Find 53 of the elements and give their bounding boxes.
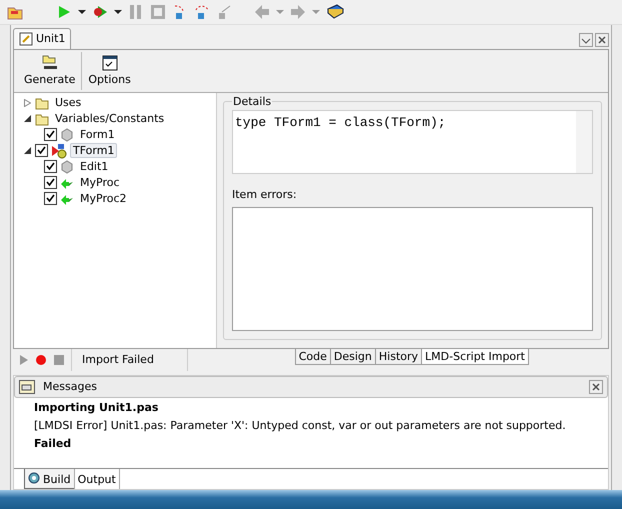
message-line: Failed [34,436,72,450]
folder-icon [35,96,49,110]
options-button[interactable]: Options [82,52,137,90]
document-tab[interactable]: Unit1 [13,28,72,49]
folder-binary-icon [40,55,59,72]
view-tab[interactable]: History [374,348,422,365]
dropdown-icon[interactable] [78,8,86,16]
tree-item[interactable]: Variables/Constants [52,111,168,126]
code-field[interactable]: type TForm1 = class(TForm); [232,110,593,174]
pin-icon[interactable] [579,32,593,47]
window-icon [19,380,35,394]
step-over-icon[interactable] [194,4,210,20]
checkbox[interactable] [44,160,57,174]
view-tab[interactable]: LMD-Script Import [421,348,529,365]
tree-item[interactable]: Form1 [77,127,118,142]
view-tab[interactable]: Design [330,348,376,365]
dropdown-icon[interactable] [114,8,122,16]
expand-icon[interactable] [24,98,30,107]
record-icon[interactable] [35,354,47,366]
generate-button[interactable]: Generate [18,52,82,90]
status-text: Import Failed [71,348,188,371]
messages-title: Messages [43,380,97,394]
checkbox[interactable] [44,192,57,206]
close-icon[interactable] [589,380,603,394]
tree-item[interactable]: MyProc [77,175,122,190]
checkbox[interactable] [35,144,48,158]
details-title: Details [232,94,272,108]
step-out-icon[interactable] [216,4,232,20]
gear-icon [27,472,41,486]
folder-icon [35,112,49,126]
checkbox[interactable] [44,128,57,142]
scrollbar[interactable] [576,110,592,173]
messages-tab[interactable]: Build [24,469,75,489]
tree-item[interactable]: MyProc2 [77,191,130,206]
expanded-icon[interactable] [24,115,30,122]
checkbox[interactable] [44,176,57,190]
play-icon[interactable] [19,354,29,366]
tree-item[interactable]: TForm1 [70,143,118,158]
checklist-icon [102,55,118,72]
debug-icon[interactable] [92,4,108,20]
cube-icon [60,160,74,174]
stop-icon[interactable] [53,354,65,366]
close-icon[interactable] [595,32,609,47]
expanded-icon[interactable] [24,147,30,154]
view-tab[interactable]: Code [294,348,331,365]
message-line: [LMDSI Error] Unit1.pas: Parameter 'X': Untyped const, var or out parameters are not supported. [34,418,567,432]
item-errors-label: Item errors: [232,188,298,201]
tree-item[interactable]: Uses [52,95,84,110]
message-line: Importing Unit1.pas [34,400,160,414]
tree-item[interactable]: Edit1 [77,159,112,174]
class-icon [51,142,67,159]
cube-icon [60,128,74,142]
unit-file-icon [19,32,33,46]
